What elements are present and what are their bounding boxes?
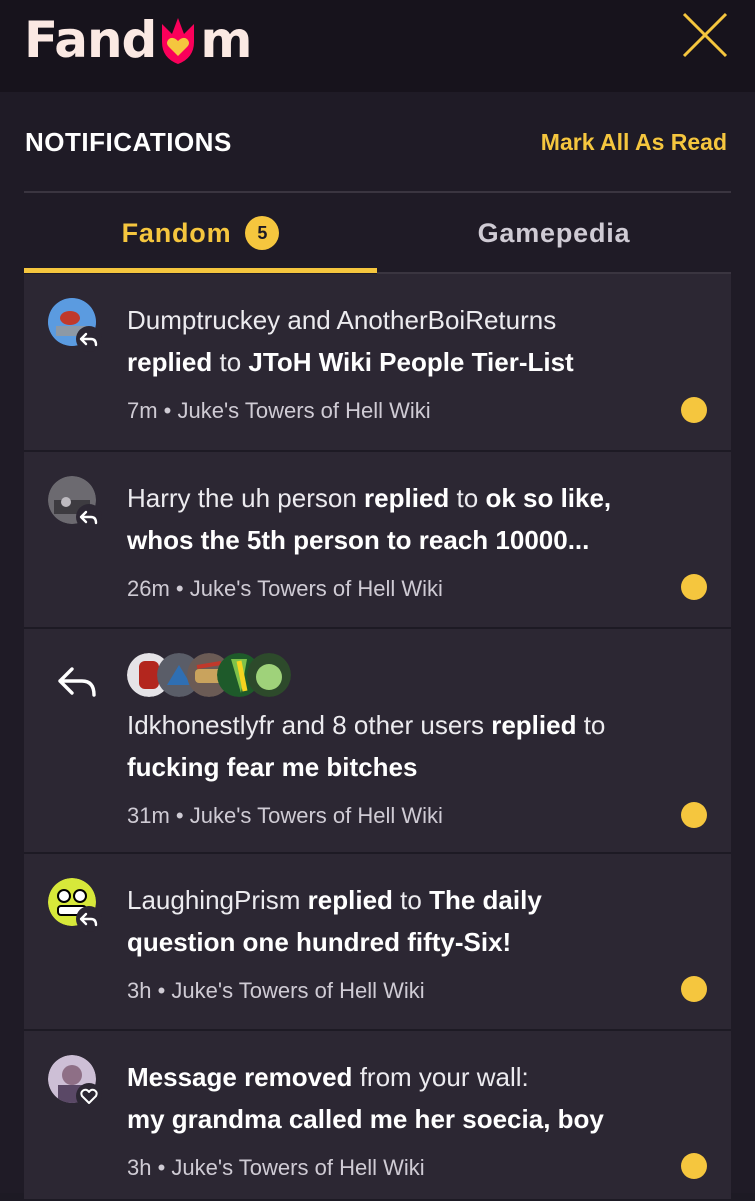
reply-icon (76, 906, 102, 932)
avatar (247, 653, 291, 697)
notification-meta: 3h • Juke's Towers of Hell Wiki (127, 978, 425, 1003)
unread-dot (681, 1153, 707, 1179)
unread-dot (681, 397, 707, 423)
notification-item[interactable]: Message removed from your wall: my grand… (24, 1031, 731, 1201)
notification-meta: 26m • Juke's Towers of Hell Wiki (127, 576, 443, 601)
notification-item[interactable]: LaughingPrism replied to The daily quest… (24, 854, 731, 1031)
mark-all-read-button[interactable]: Mark All As Read (541, 129, 727, 156)
notification-text: Idkhonestlyfr and 8 other users replied … (127, 710, 606, 782)
heart-flame-icon (162, 18, 195, 64)
tab-label: Fandom (121, 217, 232, 248)
tab-gamepedia[interactable]: Gamepedia (377, 193, 731, 273)
notification-meta: 3h • Juke's Towers of Hell Wiki (127, 1155, 425, 1180)
notification-text: Message removed from your wall: my grand… (127, 1062, 604, 1134)
notification-text: Harry the uh person replied to ok so lik… (127, 483, 612, 555)
unread-dot (681, 574, 707, 600)
unread-count-badge: 5 (245, 216, 280, 250)
notification-meta: 31m • Juke's Towers of Hell Wiki (127, 803, 443, 828)
reply-icon (58, 667, 96, 697)
notifications-title: NOTIFICATIONS (25, 127, 232, 157)
top-bar: Fand m (0, 0, 755, 92)
active-tab-indicator (24, 268, 377, 273)
notification-text: Dumptruckey and AnotherBoiReturns replie… (127, 305, 574, 377)
tab-label: Gamepedia (477, 217, 631, 248)
reply-icon (76, 326, 102, 352)
logo-text-right: m (200, 11, 252, 69)
logo-text-left: Fand (24, 11, 157, 69)
notification-list: Dumptruckey and AnotherBoiReturns replie… (24, 274, 731, 1201)
fandom-logo[interactable]: Fand m (24, 8, 252, 72)
unread-dot (681, 802, 707, 828)
reply-icon (76, 504, 102, 530)
avatar-stack (127, 653, 291, 697)
tab-fandom[interactable]: Fandom 5 (24, 193, 377, 273)
notification-text: LaughingPrism replied to The daily quest… (127, 885, 542, 957)
notification-meta: 7m • Juke's Towers of Hell Wiki (127, 398, 431, 423)
close-icon[interactable] (680, 10, 730, 60)
heart-icon (76, 1083, 102, 1109)
unread-dot (681, 976, 707, 1002)
notification-item[interactable]: Harry the uh person replied to ok so lik… (24, 452, 731, 629)
notification-item[interactable]: Idkhonestlyfr and 8 other users replied … (24, 629, 731, 854)
notification-item[interactable]: Dumptruckey and AnotherBoiReturns replie… (24, 274, 731, 452)
